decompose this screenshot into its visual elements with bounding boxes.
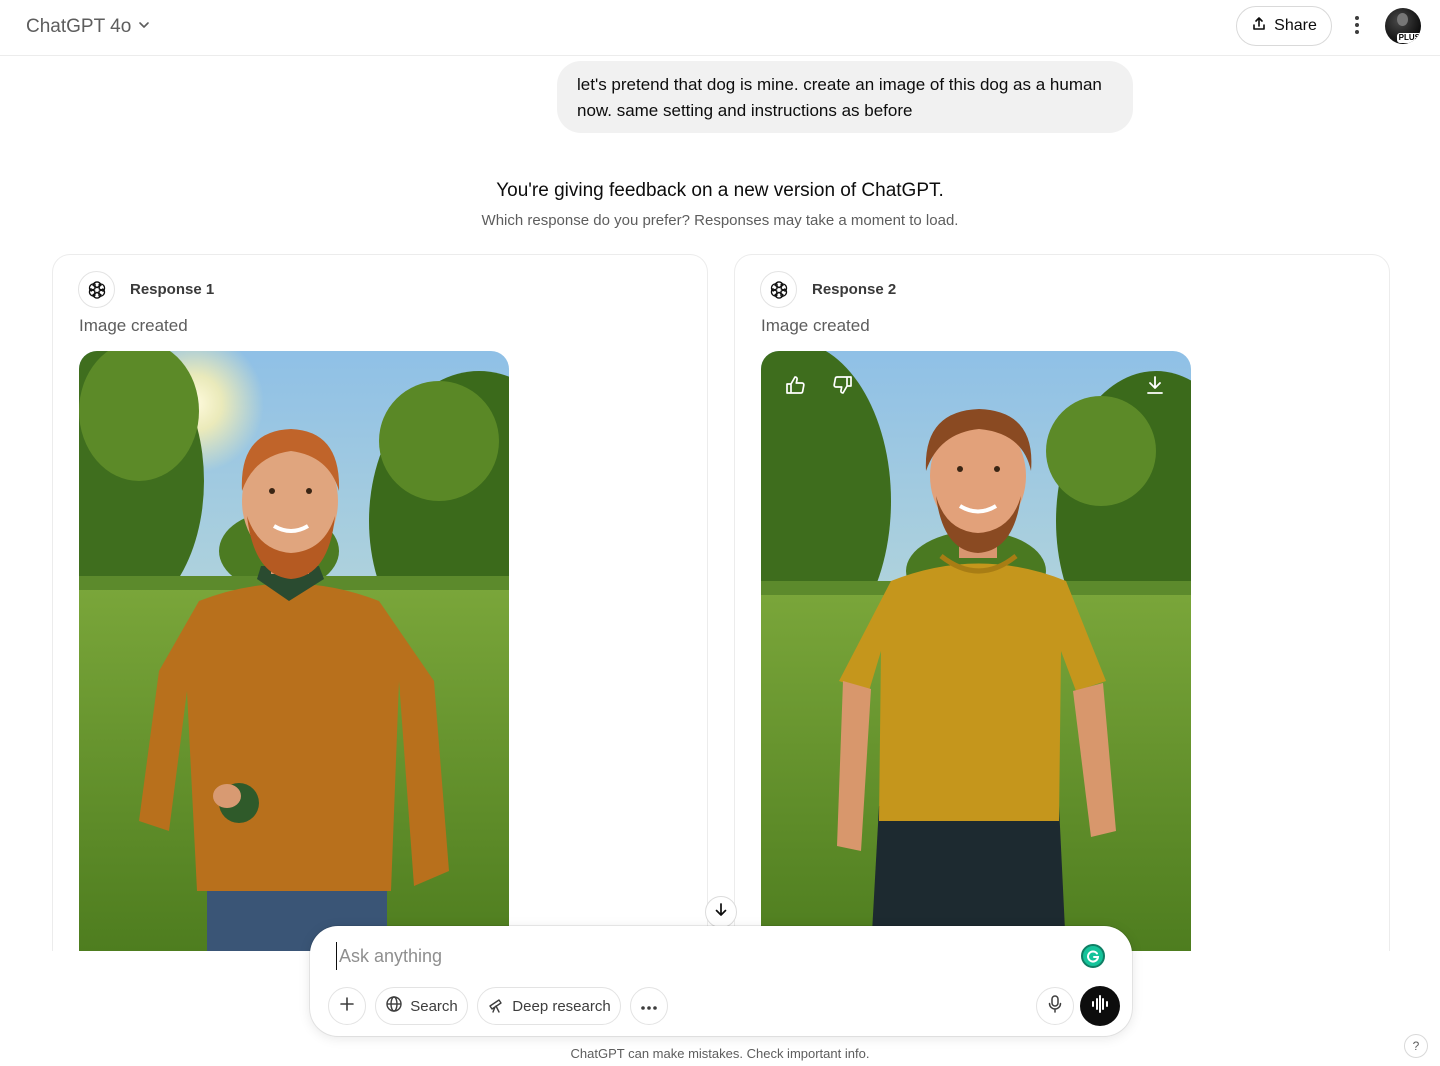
user-avatar[interactable]: PLUS: [1385, 8, 1421, 44]
comparison-subtitle: Which response do you prefer? Responses …: [481, 212, 959, 229]
search-tool-button[interactable]: Search: [375, 987, 468, 1025]
thumbs-up-button[interactable]: [781, 371, 809, 399]
response-label: Response 1: [130, 281, 215, 298]
voice-mode-button[interactable]: [1080, 986, 1120, 1026]
ellipsis-icon: [640, 998, 658, 1015]
share-icon: [1251, 16, 1267, 37]
share-label: Share: [1274, 17, 1317, 34]
download-button[interactable]: [1141, 371, 1169, 399]
generated-image-art: [79, 351, 509, 951]
attach-button[interactable]: [328, 987, 366, 1025]
model-name: ChatGPT 4o: [26, 16, 132, 37]
kebab-menu-icon: [1354, 15, 1360, 40]
response-header: Response 1: [78, 271, 214, 308]
generated-image[interactable]: [761, 351, 1191, 951]
response-card-2[interactable]: Response 2 Image created: [734, 254, 1390, 951]
share-button[interactable]: Share: [1236, 6, 1332, 46]
globe-icon: [385, 995, 403, 1017]
help-button[interactable]: ?: [1404, 1034, 1428, 1058]
prompt-input[interactable]: [336, 942, 1056, 970]
search-tool-label: Search: [410, 997, 458, 1015]
chevron-down-icon: [137, 18, 151, 37]
response-status: Image created: [761, 316, 870, 335]
model-selector[interactable]: ChatGPT 4o: [16, 10, 161, 44]
disclaimer-text: ChatGPT can make mistakes. Check importa…: [570, 1046, 870, 1061]
generated-image-art: [761, 351, 1191, 951]
arrow-down-icon: [713, 902, 729, 923]
generated-image[interactable]: [79, 351, 509, 951]
kebab-menu-button[interactable]: [1342, 12, 1372, 42]
avatar-silhouette: [1397, 13, 1408, 26]
response-header: Response 2: [760, 271, 896, 308]
comparison-title: You're giving feedback on a new version …: [496, 180, 944, 201]
more-tools-button[interactable]: [630, 987, 668, 1025]
dictate-button[interactable]: [1036, 987, 1074, 1025]
thumbs-up-icon: [784, 374, 806, 396]
plan-badge: PLUS: [1396, 33, 1421, 43]
scroll-to-bottom-button[interactable]: [705, 896, 737, 928]
download-icon: [1144, 374, 1166, 396]
response-label: Response 2: [812, 281, 897, 298]
microphone-icon: [1047, 994, 1063, 1018]
deep-research-label: Deep research: [512, 997, 611, 1015]
message-composer: Search Deep research: [310, 926, 1132, 1036]
thumbs-down-icon: [832, 374, 854, 396]
plus-icon: [338, 995, 356, 1017]
top-bar: ChatGPT 4o Share PLUS: [0, 0, 1440, 56]
user-message-bubble: let's pretend that dog is mine. create a…: [557, 61, 1133, 133]
openai-logo-icon: [78, 271, 115, 308]
voice-wave-icon: [1090, 994, 1110, 1018]
telescope-icon: [487, 995, 505, 1017]
response-status: Image created: [79, 316, 188, 335]
response-card-1[interactable]: Response 1 Image created: [52, 254, 708, 951]
openai-logo-icon: [760, 271, 797, 308]
thumbs-down-button[interactable]: [829, 371, 857, 399]
grammarly-icon[interactable]: [1081, 944, 1105, 968]
deep-research-button[interactable]: Deep research: [477, 987, 621, 1025]
